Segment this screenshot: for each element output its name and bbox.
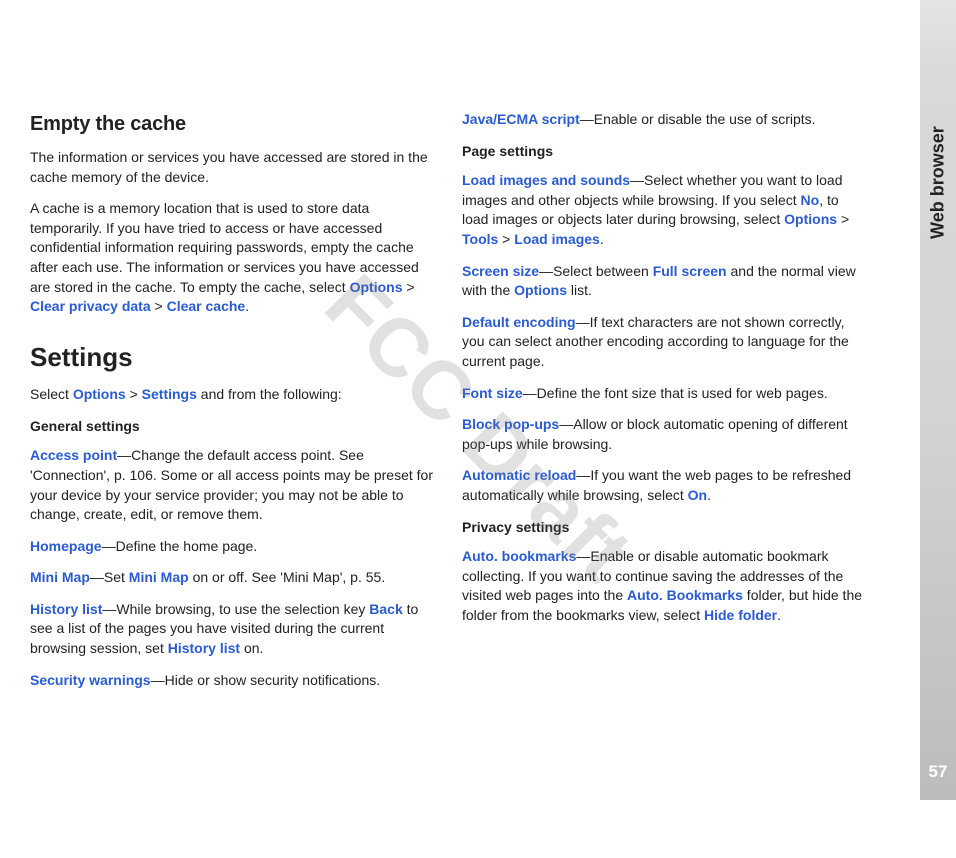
ui-options: Options <box>350 279 403 295</box>
text: —Define the home page. <box>102 538 258 554</box>
setting-history-list: History list—While browsing, to use the … <box>30 600 434 659</box>
ui-on: On <box>688 487 707 503</box>
ui-settings: Settings <box>142 386 197 402</box>
setting-homepage: Homepage—Define the home page. <box>30 537 434 557</box>
term-default-encoding: Default encoding <box>462 314 576 330</box>
ui-no: No <box>801 192 820 208</box>
text: —Set <box>90 569 129 585</box>
setting-security-warnings: Security warnings—Hide or show security … <box>30 671 434 691</box>
setting-default-encoding: Default encoding—If text characters are … <box>462 313 866 372</box>
content: Empty the cache The information or servi… <box>30 20 926 702</box>
term-automatic-reload: Automatic reload <box>462 467 576 483</box>
text: > <box>151 298 167 314</box>
term-auto-bookmarks: Auto. bookmarks <box>462 548 576 564</box>
text: . <box>777 607 781 623</box>
setting-block-popups: Block pop-ups—Allow or block automatic o… <box>462 415 866 454</box>
subheading-general: General settings <box>30 417 434 437</box>
page-number: 57 <box>929 760 948 784</box>
text: > <box>126 386 142 402</box>
term-security-warnings: Security warnings <box>30 672 151 688</box>
text: —Define the font size that is used for w… <box>523 385 828 401</box>
term-access-point: Access point <box>30 447 117 463</box>
setting-access-point: Access point—Change the default access p… <box>30 446 434 524</box>
text: Select <box>30 386 73 402</box>
para-cache-clear: A cache is a memory location that is use… <box>30 199 434 317</box>
ui-options: Options <box>784 211 837 227</box>
text: > <box>837 211 849 227</box>
ui-load-images: Load images <box>514 231 600 247</box>
ui-auto-bookmarks-folder: Auto. Bookmarks <box>627 587 743 603</box>
ui-clear-cache: Clear cache <box>167 298 246 314</box>
setting-font-size: Font size—Define the font size that is u… <box>462 384 866 404</box>
para-settings-intro: Select Options > Settings and from the f… <box>30 385 434 405</box>
text: —While browsing, to use the selection ke… <box>102 601 369 617</box>
text: > <box>498 231 514 247</box>
text: on or off. See 'Mini Map', p. 55. <box>189 569 386 585</box>
ui-history-list: History list <box>168 640 240 656</box>
text: —Enable or disable the use of scripts. <box>580 111 816 127</box>
term-block-popups: Block pop-ups <box>462 416 559 432</box>
right-column: Java/ECMA script—Enable or disable the u… <box>462 110 866 702</box>
page: FCC Draft Web browser 57 Empty the cache… <box>0 0 956 858</box>
subheading-page-settings: Page settings <box>462 142 866 162</box>
setting-auto-bookmarks: Auto. bookmarks—Enable or disable automa… <box>462 547 866 625</box>
subheading-privacy-settings: Privacy settings <box>462 518 866 538</box>
side-tab: Web browser 57 <box>920 0 956 800</box>
heading-empty-cache: Empty the cache <box>30 110 434 138</box>
text: . <box>707 487 711 503</box>
ui-options: Options <box>514 282 567 298</box>
term-load-images-sounds: Load images and sounds <box>462 172 630 188</box>
heading-settings: Settings <box>30 339 434 375</box>
text: list. <box>567 282 592 298</box>
setting-mini-map: Mini Map—Set Mini Map on or off. See 'Mi… <box>30 568 434 588</box>
term-homepage: Homepage <box>30 538 102 554</box>
text: . <box>245 298 249 314</box>
text: . <box>600 231 604 247</box>
ui-clear-privacy-data: Clear privacy data <box>30 298 151 314</box>
term-history-list: History list <box>30 601 102 617</box>
left-column: Empty the cache The information or servi… <box>30 110 434 702</box>
setting-load-images: Load images and sounds—Select whether yo… <box>462 171 866 249</box>
ui-full-screen: Full screen <box>653 263 727 279</box>
term-screen-size: Screen size <box>462 263 539 279</box>
ui-tools: Tools <box>462 231 498 247</box>
ui-back: Back <box>369 601 402 617</box>
text: —Select between <box>539 263 653 279</box>
setting-java-script: Java/ECMA script—Enable or disable the u… <box>462 110 866 130</box>
ui-options: Options <box>73 386 126 402</box>
text: and from the following: <box>197 386 342 402</box>
setting-screen-size: Screen size—Select between Full screen a… <box>462 262 866 301</box>
section-label: Web browser <box>925 126 950 239</box>
ui-mini-map: Mini Map <box>129 569 189 585</box>
term-font-size: Font size <box>462 385 523 401</box>
text: —Hide or show security notifications. <box>151 672 381 688</box>
term-java-ecma-script: Java/ECMA script <box>462 111 580 127</box>
text: on. <box>240 640 263 656</box>
setting-automatic-reload: Automatic reload—If you want the web pag… <box>462 466 866 505</box>
para-cache-intro: The information or services you have acc… <box>30 148 434 187</box>
text: > <box>402 279 414 295</box>
term-mini-map: Mini Map <box>30 569 90 585</box>
ui-hide-folder: Hide folder <box>704 607 777 623</box>
